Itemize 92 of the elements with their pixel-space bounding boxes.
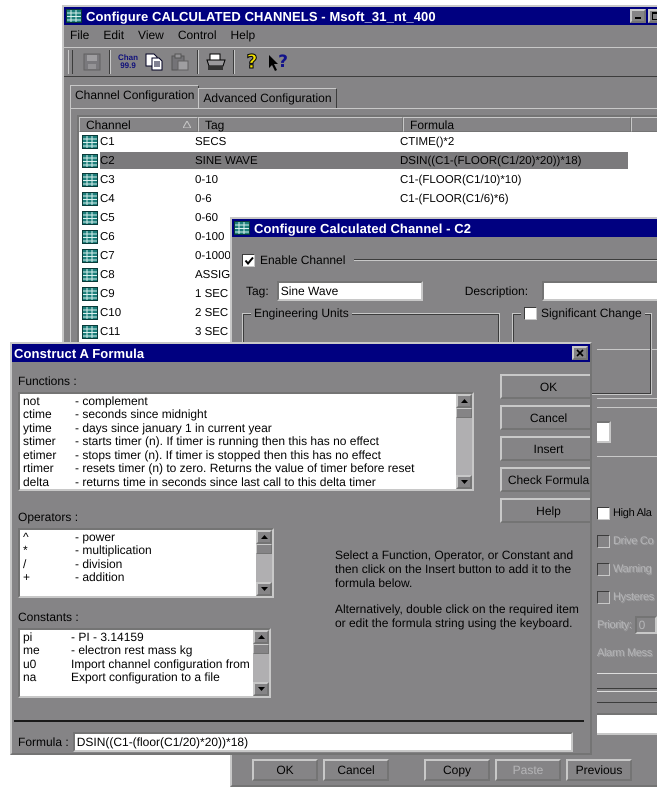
list-item[interactable]: ctime - seconds since midnight: [20, 408, 456, 421]
context-help-button[interactable]: ?: [265, 50, 291, 74]
table-cell-text: C4: [100, 192, 116, 204]
table-row[interactable]: C10 2 SEC: [100, 304, 228, 321]
checkbox-label: Enable Channel: [260, 253, 346, 267]
group-label: Engineering Units: [251, 306, 352, 320]
table-cell-text: 0-10: [195, 174, 220, 186]
field-label: Tag:: [246, 284, 269, 298]
table-row[interactable]: C7 0-1000: [100, 247, 231, 264]
table-row[interactable]: C2 SINE WAVE DSIN((C1-(FLOOR(C1/20)*20))*18): [100, 152, 628, 169]
table-row[interactable]: C8 ASSIG: [100, 266, 230, 283]
table-cell-text: C1-(FLOOR(C1/10)*10): [400, 174, 522, 186]
list-item[interactable]: etimer - stops timer (n). If timer is stopped then this has no effect: [20, 448, 456, 462]
table-cell: 0-100: [195, 230, 224, 242]
table-cell-text: C7: [100, 250, 116, 262]
table-cell-text: C10: [100, 306, 122, 318]
table-cell-text: C9: [100, 288, 116, 300]
list-item[interactable]: stimer - starts timer (n). If timer is running then this has no effect: [20, 434, 456, 448]
list-item[interactable]: me - electron rest mass kg: [20, 644, 253, 657]
table-cell: 0-60: [195, 212, 218, 224]
table-cell-text: C3: [100, 174, 116, 186]
dialog-button[interactable]: Check Formula: [500, 467, 590, 492]
table-cell-text: SINE WAVE: [195, 154, 259, 166]
list-label: Operators :: [18, 510, 80, 524]
table-cell-text: C1: [100, 136, 116, 148]
table-row[interactable]: C1 SECS CTIME()*2: [100, 133, 628, 150]
dialog-button[interactable]: Copy: [424, 759, 490, 781]
list-box[interactable]: ^ - power * - multiplication / - division + - addition: [18, 528, 274, 598]
instruction-text: Select a Function, Operator, or Constant and then click on the Insert button to add it to the formula below.: [335, 548, 574, 590]
window-title: Configure CALCULATED CHANNELS - Msoft_31_nt_400: [86, 8, 437, 24]
column-header[interactable]: Channel: [79, 117, 198, 132]
text-field[interactable]: Sine Wave: [276, 281, 423, 301]
table-row[interactable]: C3 0-10 C1-(FLOOR(C1/10)*10): [100, 171, 628, 188]
table-row[interactable]: C4 0-6 C1-(FLOOR(C1/6)*6): [100, 190, 628, 207]
dialog-button[interactable]: Previous: [566, 759, 632, 781]
table-cell-text: C8: [100, 268, 116, 280]
table-cell: 3 SEC: [195, 326, 228, 338]
table-cell-text: 0-6: [195, 192, 213, 204]
table-cell-text: DSIN((C1-(FLOOR(C1/20)*20))*18): [400, 154, 582, 166]
field-label: Formula :: [18, 735, 69, 749]
instruction-text: Alternatively, double click on the required item or edit the formula string using the keyboard.: [335, 602, 580, 630]
menu-item[interactable]: Edit: [103, 28, 124, 42]
table-cell-text: CTIME()*2: [400, 136, 456, 148]
formula-field[interactable]: DSIN((C1-(floor(C1/20)*20))*18): [72, 732, 573, 752]
list-item[interactable]: ^ - power: [20, 530, 256, 544]
list-label: Constants :: [18, 610, 80, 624]
table-cell-text: C1-(FLOOR(C1/6)*6): [400, 192, 510, 204]
list-item[interactable]: rtimer - resets timer (n) to zero. Returns the value of timer before reset: [20, 462, 456, 475]
dialog-button[interactable]: Insert: [500, 436, 590, 461]
table-cell: 2 SEC: [195, 306, 228, 318]
table-cell: 0-1000: [195, 250, 231, 262]
list-item[interactable]: ytime - days since january 1 in current year: [20, 421, 456, 434]
window-title: Configure Calculated Channel - C2: [254, 220, 472, 236]
menu-item[interactable]: File: [70, 28, 90, 42]
list-item[interactable]: * - multiplication: [20, 544, 256, 557]
list-item[interactable]: not - complement: [20, 394, 456, 408]
menu-item[interactable]: Control: [178, 28, 217, 42]
table-row[interactable]: C11 3 SEC: [100, 323, 228, 340]
table-cell: ASSIG: [195, 268, 230, 280]
dialog-button[interactable]: Help: [500, 498, 590, 523]
window-title: Construct A Formula: [14, 346, 146, 360]
table-cell-text: C6: [100, 230, 116, 242]
list-item[interactable]: na Export configuration to a file: [20, 670, 253, 684]
list-item[interactable]: u0 Import channel configuration from: [20, 657, 253, 670]
table-cell-text: C5: [100, 212, 116, 224]
checkbox-label: High Ala: [613, 507, 652, 519]
list-item[interactable]: + - addition: [20, 570, 256, 584]
table-cell-text: C2: [100, 154, 116, 166]
table-row[interactable]: C5 0-60: [100, 209, 218, 226]
list-box[interactable]: pi - PI - 3.14159 me - electron rest mass kg u0 Import channel configuration from na Export configuration to a file: [18, 628, 271, 698]
list-item[interactable]: delta - returns time in seconds since last call to this delta timer: [20, 475, 456, 488]
table-cell: 1 SEC: [195, 288, 228, 300]
tab[interactable]: Advanced Configuration: [198, 88, 337, 108]
column-header[interactable]: Tag: [198, 117, 403, 132]
dialog-button[interactable]: Cancel: [323, 759, 389, 781]
dialog-button[interactable]: OK: [252, 759, 318, 781]
list-label: Functions :: [18, 374, 78, 388]
dialog-button[interactable]: Cancel: [500, 405, 590, 430]
table-cell-text: C11: [100, 326, 122, 338]
dialog-button[interactable]: OK: [500, 374, 590, 399]
menu-item[interactable]: Help: [230, 28, 256, 42]
list-item[interactable]: / - division: [20, 557, 256, 570]
channel-button[interactable]: Chan 99.9: [115, 50, 141, 74]
column-header[interactable]: Formula: [403, 117, 631, 132]
checkbox-label: Significant Change: [541, 306, 642, 320]
table-cell-text: SECS: [195, 136, 228, 148]
field-label: Description:: [464, 284, 528, 298]
tab[interactable]: Channel Configuration: [70, 85, 200, 108]
table-row[interactable]: C9 1 SEC: [100, 285, 228, 302]
table-row[interactable]: C6 0-100: [100, 228, 224, 245]
menu-item[interactable]: View: [138, 28, 164, 42]
list-item[interactable]: pi - PI - 3.14159: [20, 630, 253, 644]
